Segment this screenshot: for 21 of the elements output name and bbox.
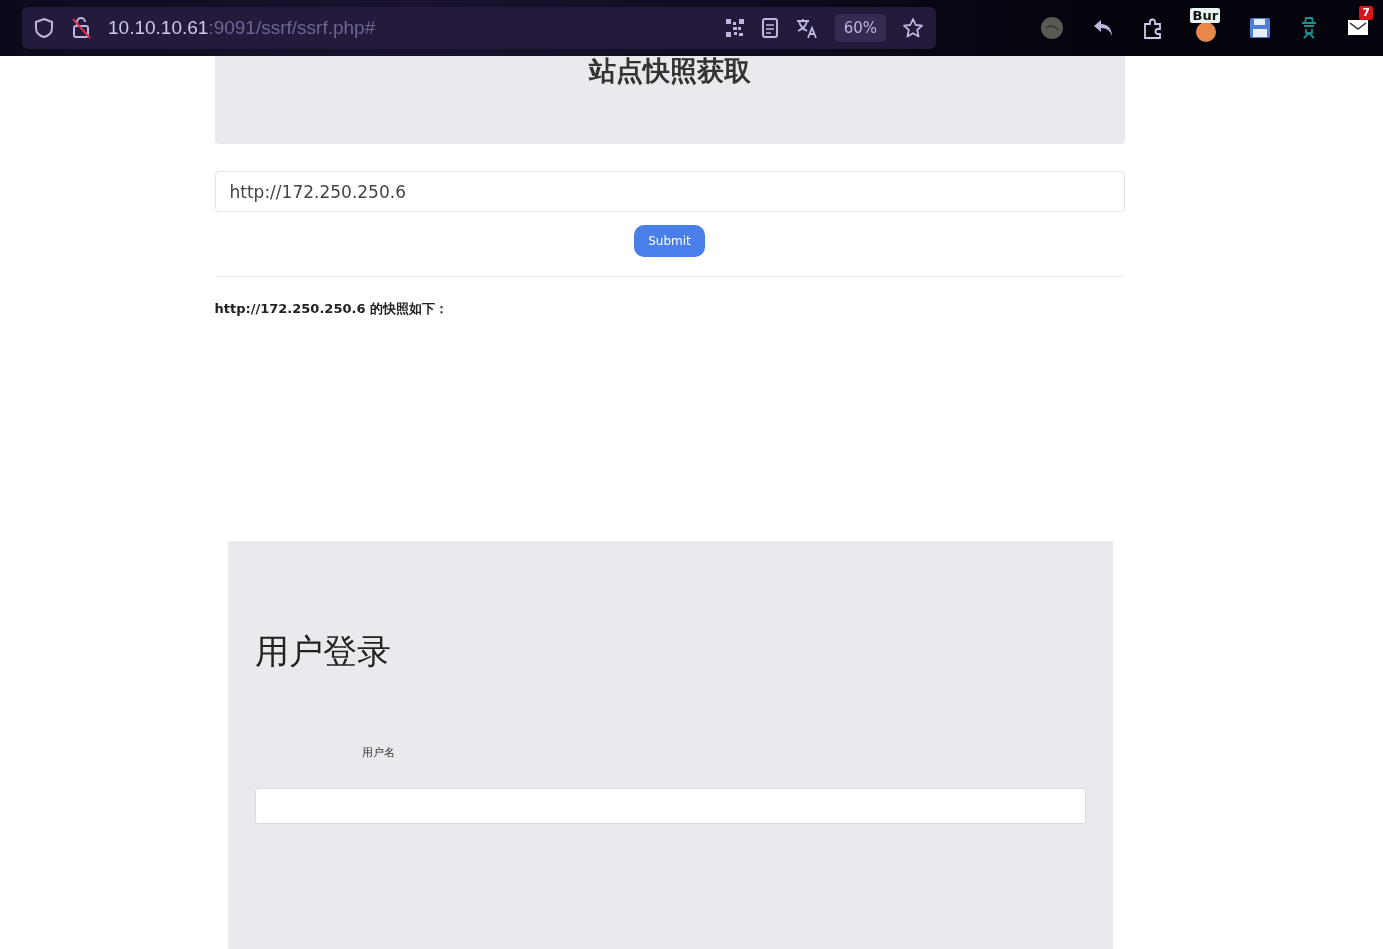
shield-icon[interactable] <box>34 17 54 39</box>
extension-badge: Bur <box>1190 8 1221 23</box>
zoom-level[interactable]: 60% <box>834 14 886 42</box>
address-bar[interactable]: 10.10.10.61:9091/ssrf/ssrf.php# 60% <box>22 7 936 49</box>
result-caption: http://172.250.250.6 的快照如下： <box>214 300 449 318</box>
unlocked-padlock-icon[interactable] <box>70 16 92 40</box>
undo-arrow-icon[interactable] <box>1092 18 1115 38</box>
translate-icon[interactable] <box>794 17 819 39</box>
login-title: 用户登录 <box>255 632 392 672</box>
qr-code-icon[interactable] <box>724 18 745 38</box>
reader-view-icon[interactable] <box>760 18 779 38</box>
username-input-field[interactable] <box>255 788 1086 824</box>
disc-extension-icon[interactable] <box>1195 21 1218 43</box>
url-text[interactable]: 10.10.10.61:9091/ssrf/ssrf.php# <box>108 17 376 39</box>
username-label: 用户名 <box>362 745 396 760</box>
star-icon[interactable] <box>902 17 924 39</box>
submit-button[interactable]: Submit <box>634 225 705 257</box>
page-title: 站点快照获取 <box>588 56 751 88</box>
count-badge: 7 <box>1359 6 1373 20</box>
round-extension-icon[interactable] <box>1040 16 1065 40</box>
url-input-field[interactable]: http://172.250.250.6 <box>214 171 1125 212</box>
